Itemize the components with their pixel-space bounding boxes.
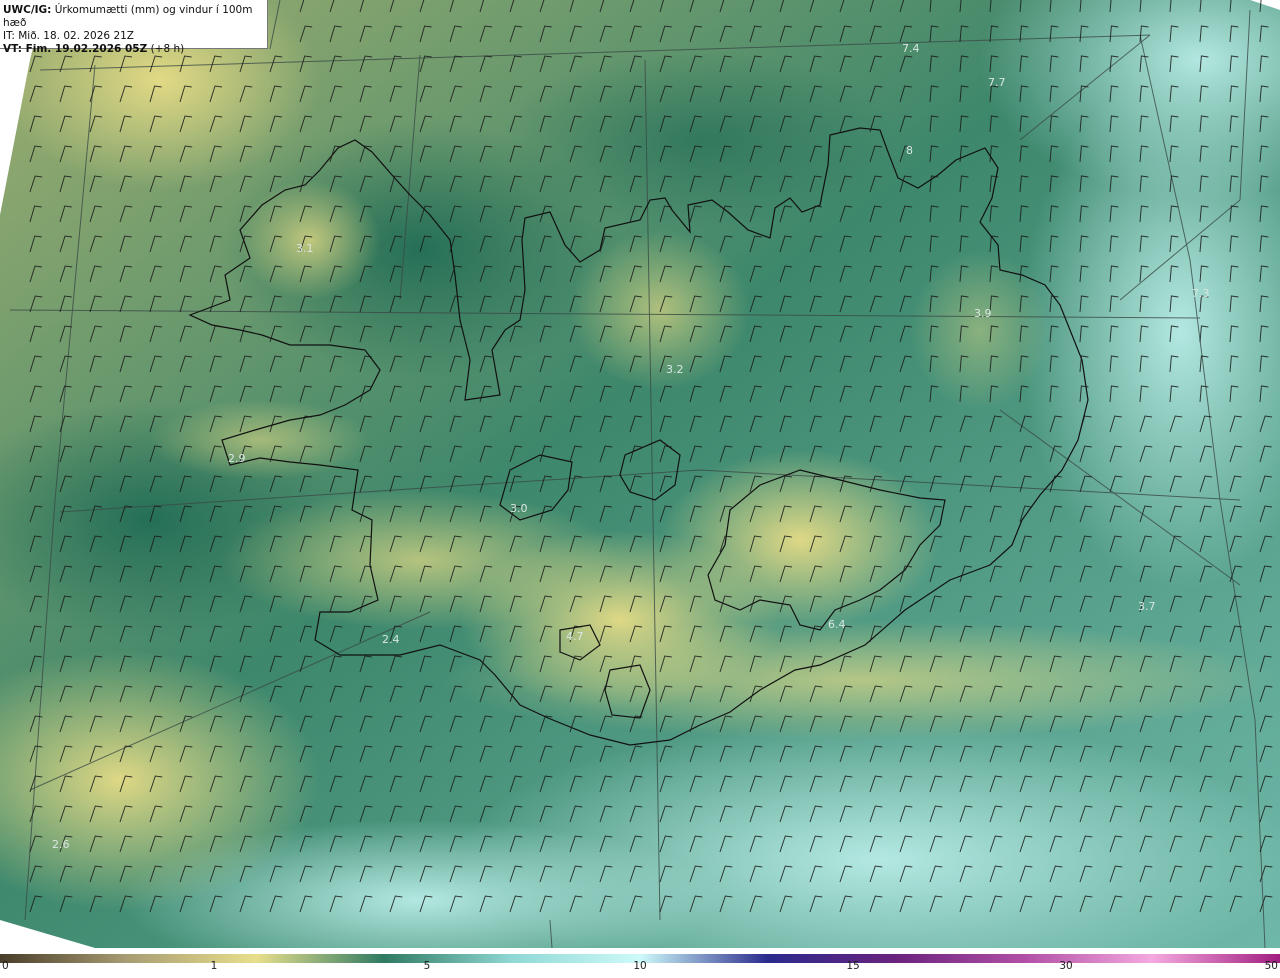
map-value: 3.7	[1138, 600, 1156, 613]
valid-offset: (+8 h)	[150, 43, 185, 55]
colorbar-tick: 0	[2, 960, 9, 972]
init-time: IT: Mið. 18. 02. 2026 21Z	[3, 30, 134, 42]
colorbar-tick: 50	[1264, 960, 1278, 972]
colorbar-labels: 0 1 5 10 15 30 50	[0, 960, 1280, 978]
map-value: 3.0	[510, 502, 528, 515]
map-value: 4.7	[566, 630, 584, 643]
precipitation-wind-map: 7.4 7.7 8 3.1 3.9 7.3 3.2 2.9 3.0 4.7 3.…	[0, 0, 1280, 948]
map-value: 3.9	[974, 307, 992, 320]
colorbar-tick: 15	[846, 960, 860, 972]
map-value: 6.4	[828, 618, 846, 631]
valid-label: VT: Fim. 19.02.2026 05Z	[3, 43, 148, 55]
map-value: 3.2	[666, 363, 684, 376]
model-label: UWC/IG:	[3, 4, 52, 16]
map-value: 8	[906, 144, 913, 157]
colorbar	[0, 948, 1280, 963]
colorbar-tick: 1	[210, 960, 218, 972]
map-title: UWC/IG: Úrkomumætti (mm) og vindur í 100…	[3, 4, 267, 30]
map-value: 7.4	[902, 42, 920, 55]
map-value: 3.1	[296, 242, 314, 255]
colorbar-tick: 5	[423, 960, 431, 972]
map-value: 7.7	[988, 76, 1006, 89]
map-value: 2.4	[382, 633, 400, 646]
valid-time: VT: Fim. 19.02.2026 05Z (+8 h)	[3, 43, 267, 56]
colorbar-tick: 10	[633, 960, 647, 972]
map-value: 7.3	[1192, 287, 1210, 300]
colorbar-tick: 30	[1059, 960, 1073, 972]
map-title-box: UWC/IG: Úrkomumætti (mm) og vindur í 100…	[0, 0, 268, 55]
map-value: 2.6	[52, 838, 70, 851]
map-value: 2.9	[228, 452, 246, 465]
